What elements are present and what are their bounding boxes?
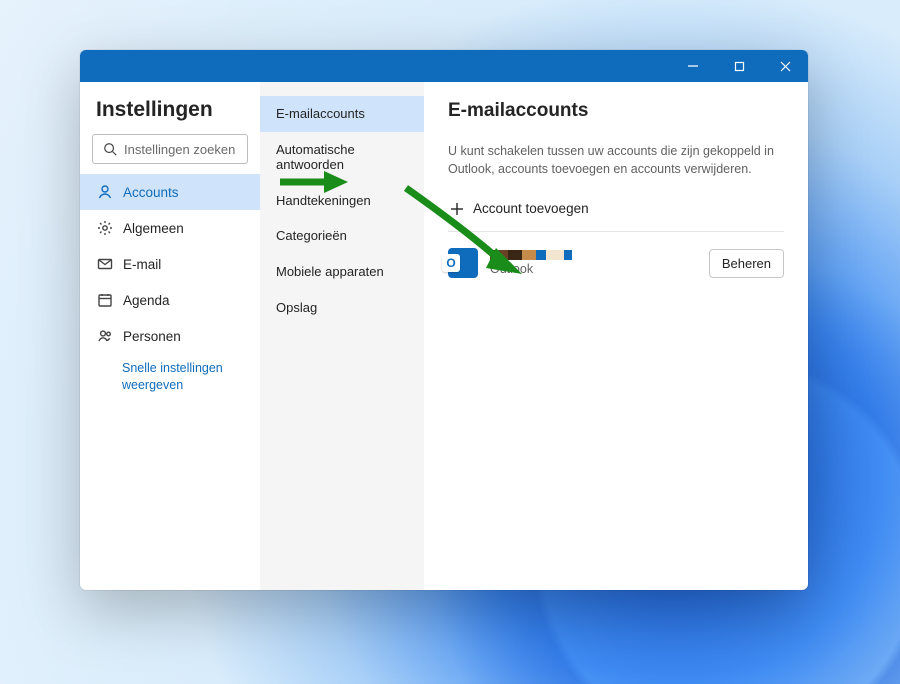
settings-sidebar: Instellingen Instellingen zoeken Account… — [80, 82, 260, 590]
nav1-label: Algemeen — [123, 221, 184, 236]
settings-window: Instellingen Instellingen zoeken Account… — [80, 50, 808, 590]
outlook-icon: O — [448, 248, 478, 278]
close-button[interactable] — [762, 50, 808, 82]
nav1-people[interactable]: Personen — [80, 318, 260, 354]
gear-icon — [96, 220, 113, 237]
mail-icon — [96, 256, 113, 273]
nav2-storage[interactable]: Opslag — [260, 290, 424, 326]
nav1-label: Personen — [123, 329, 181, 344]
account-name: Outlook — [490, 262, 697, 276]
search-placeholder: Instellingen zoeken — [124, 142, 235, 157]
account-texts: Outlook — [490, 250, 697, 276]
content-area: Instellingen Instellingen zoeken Account… — [80, 82, 808, 590]
quick-settings-link[interactable]: Snelle instellingen weergeven — [80, 354, 260, 394]
settings-search[interactable]: Instellingen zoeken — [92, 134, 248, 164]
primary-nav: Accounts Algemeen E-mail — [80, 174, 260, 394]
add-account-label: Account toevoegen — [473, 201, 589, 216]
manage-button[interactable]: Beheren — [709, 249, 784, 278]
calendar-icon — [96, 292, 113, 309]
nav2-mobile-devices[interactable]: Mobiele apparaten — [260, 254, 424, 290]
people-icon — [96, 328, 113, 345]
titlebar — [80, 50, 808, 82]
nav2-categories[interactable]: Categorieën — [260, 218, 424, 254]
secondary-nav: E-mailaccounts Automatische antwoorden H… — [260, 82, 424, 590]
redacted-email — [490, 250, 697, 260]
settings-title: Instellingen — [80, 96, 260, 134]
nav1-label: E-mail — [123, 257, 161, 272]
plus-icon — [448, 200, 465, 217]
nav2-auto-replies[interactable]: Automatische antwoorden — [260, 132, 424, 183]
nav1-email[interactable]: E-mail — [80, 246, 260, 282]
pane-title: E-mailaccounts — [448, 100, 784, 122]
detail-pane: E-mailaccounts U kunt schakelen tussen u… — [424, 82, 808, 590]
nav1-calendar[interactable]: Agenda — [80, 282, 260, 318]
person-icon — [96, 184, 113, 201]
nav1-general[interactable]: Algemeen — [80, 210, 260, 246]
add-account-button[interactable]: Account toevoegen — [448, 192, 784, 232]
nav1-label: Accounts — [123, 185, 179, 200]
maximize-button[interactable] — [716, 50, 762, 82]
nav2-email-accounts[interactable]: E-mailaccounts — [260, 96, 424, 132]
pane-description: U kunt schakelen tussen uw accounts die … — [448, 142, 784, 178]
account-row: O Outlook Beheren — [448, 232, 784, 294]
nav1-accounts[interactable]: Accounts — [80, 174, 260, 210]
minimize-button[interactable] — [670, 50, 716, 82]
search-icon — [101, 141, 118, 158]
nav1-label: Agenda — [123, 293, 170, 308]
nav2-signatures[interactable]: Handtekeningen — [260, 183, 424, 219]
